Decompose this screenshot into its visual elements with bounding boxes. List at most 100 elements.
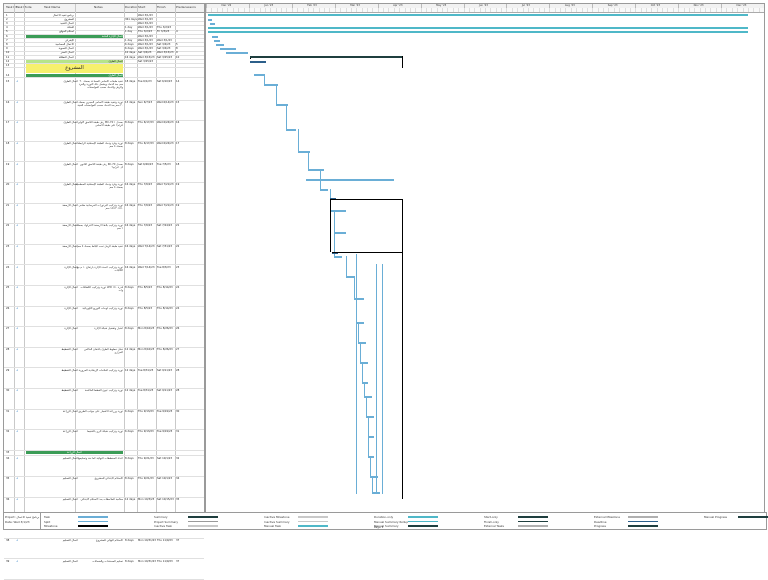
task-start[interactable]: Sat 3/25/23 xyxy=(138,60,156,63)
task-start[interactable]: Thu 8/5/23 xyxy=(138,307,156,310)
task-finish[interactable]: Thu 11/9/23 xyxy=(157,539,175,542)
task-name[interactable]: أعمال الإدارة العامة xyxy=(26,34,123,38)
task-name[interactable]: اعمال الإنارة xyxy=(26,286,78,289)
task-predecessors[interactable]: 34 xyxy=(176,477,202,480)
task-duration[interactable]: 6 days xyxy=(125,410,137,413)
task-start[interactable]: Thu 6/17/23 xyxy=(138,142,156,145)
task-predecessors[interactable]: 28 xyxy=(176,389,202,392)
dependency-line[interactable] xyxy=(346,256,347,276)
table-row[interactable]: 38 ⇥ اعمال التسليم الاستلام النهائي للمشروع… xyxy=(4,538,204,560)
dependency-line[interactable] xyxy=(330,199,402,200)
dependency-line[interactable] xyxy=(402,199,403,499)
task-predecessors[interactable]: 27 xyxy=(176,348,202,351)
task-bar[interactable] xyxy=(308,169,324,171)
col-header-notes[interactable]: Notes xyxy=(94,5,103,9)
task-finish[interactable]: Tue 9/19/23 xyxy=(157,430,175,433)
task-finish[interactable]: Sat 9/11/23 xyxy=(157,389,175,392)
task-bar[interactable] xyxy=(306,179,394,181)
task-duration[interactable]: 8 days xyxy=(125,163,137,166)
task-name[interactable]: اعمال التسليم xyxy=(26,477,78,480)
dependency-line[interactable] xyxy=(332,252,402,253)
task-name[interactable]: اعمال الأرصفة xyxy=(26,224,78,227)
dependency-line[interactable] xyxy=(382,264,383,494)
col-header-finish[interactable]: Finish xyxy=(157,5,166,9)
task-duration[interactable]: 6 days xyxy=(125,47,137,50)
dependency-line[interactable] xyxy=(362,362,363,382)
table-row[interactable]: 30 ⇥ اعمال التخطيط توريد وتركيب عيون القطط … xyxy=(4,389,204,410)
dependency-line[interactable] xyxy=(358,322,359,342)
task-name[interactable]: اعمال الطرق xyxy=(26,80,78,83)
task-start[interactable]: Tue 8/31/23 xyxy=(138,389,156,392)
task-bar[interactable] xyxy=(220,48,236,50)
task-duration[interactable]: 12 days xyxy=(125,498,137,501)
task-bar[interactable] xyxy=(208,19,212,21)
task-start[interactable]: Wed 3/1/23 xyxy=(138,43,156,46)
task-finish[interactable]: Sat 3/4/23 xyxy=(157,43,175,46)
task-name[interactable]: اعمال التسليم xyxy=(26,560,78,563)
task-duration[interactable]: 16 days xyxy=(125,266,137,269)
task-duration[interactable]: 13 days xyxy=(125,101,137,104)
task-predecessors[interactable]: 22 xyxy=(176,245,202,248)
task-name[interactable]: اعمال الطرق xyxy=(26,59,123,63)
table-row[interactable]: 20 ⇥ اعمال الطرق توريد وفرد ودمك الطبقة الإ… xyxy=(4,183,204,204)
task-name[interactable]: اعمال الإنارة xyxy=(26,266,78,269)
task-duration[interactable]: 8 days xyxy=(125,327,137,330)
task-start[interactable]: Sun 6/7/23 xyxy=(138,101,156,104)
task-finish[interactable]: Sat 10/1/23 xyxy=(157,457,175,460)
task-name[interactable]: الاعمال المساحية xyxy=(26,43,74,46)
task-name[interactable]: اعمال الزراعة xyxy=(26,430,78,433)
task-finish[interactable]: Tue 8/3/23 xyxy=(157,266,175,269)
task-bar[interactable] xyxy=(226,52,248,54)
task-name[interactable]: اعمال الزراعة xyxy=(26,410,78,413)
dependency-line[interactable] xyxy=(368,416,369,436)
dependency-line[interactable] xyxy=(366,396,367,416)
task-duration[interactable]: 8 days xyxy=(125,560,137,563)
task-predecessors[interactable]: 21 xyxy=(176,224,202,227)
task-start[interactable]: Wed 3/15/23 xyxy=(138,56,156,59)
task-start[interactable]: Mon 10/3/23 xyxy=(138,498,156,501)
task-start[interactable]: Sat 3/4/23 xyxy=(138,51,156,54)
task-predecessors[interactable]: 17 xyxy=(176,142,202,145)
task-duration[interactable]: 6 days xyxy=(125,43,137,46)
task-duration[interactable]: 1 day xyxy=(125,39,137,42)
dependency-line[interactable] xyxy=(372,476,373,492)
dependency-line[interactable] xyxy=(250,58,251,59)
dependency-line[interactable] xyxy=(330,199,331,252)
task-predecessors[interactable]: 37 xyxy=(176,539,202,542)
task-start[interactable]: Wed 7/14/23 xyxy=(138,266,156,269)
task-name[interactable]: اعمال التسليم xyxy=(26,498,78,501)
task-bar[interactable] xyxy=(330,210,346,212)
task-bar[interactable] xyxy=(216,44,224,46)
dependency-line[interactable] xyxy=(360,342,361,362)
task-predecessors[interactable]: 8 xyxy=(176,47,202,50)
task-start[interactable]: Thu 8/5/23 xyxy=(138,286,156,289)
task-finish[interactable]: Wed 6/14/23 xyxy=(157,101,175,104)
task-start[interactable]: Wed 3/1/23 xyxy=(138,18,156,21)
task-finish[interactable]: Thu 8/14/23 xyxy=(157,307,175,310)
task-name[interactable]: اعمال الطرق xyxy=(26,121,78,124)
task-name[interactable]: اعمال التسليم xyxy=(26,457,78,460)
task-predecessors[interactable]: 16 xyxy=(176,121,202,124)
task-start[interactable]: Thu 7/6/23 xyxy=(138,204,156,207)
table-row[interactable]: 23 ⇥ اعمال الأرصفة تنفيذ طبقة الرمل تحت الب… xyxy=(4,244,204,266)
task-start[interactable]: Thu 9/21/23 xyxy=(138,477,156,480)
summary-bar[interactable] xyxy=(250,56,402,58)
task-predecessors[interactable]: 31 xyxy=(176,430,202,433)
task-bar[interactable] xyxy=(212,36,218,38)
task-finish[interactable]: Thu 8/14/23 xyxy=(157,286,175,289)
dependency-line[interactable] xyxy=(308,151,309,169)
task-bar[interactable] xyxy=(334,256,342,258)
table-row[interactable]: 31 ⇥ اعمال الزراعة توريد وزراعة الأشجار على… xyxy=(4,409,204,431)
dependency-line[interactable] xyxy=(402,56,403,68)
task-start[interactable]: Thu 6/17/23 xyxy=(138,121,156,124)
task-name[interactable]: المشروع xyxy=(26,63,123,73)
table-row[interactable]: 24 ⇥ اعمال الإنارة توريد وتركيب أعمدة الإنا… xyxy=(4,265,204,286)
task-name[interactable]: اعمال التنفيذ xyxy=(26,22,74,25)
task-finish[interactable]: Thu 8/26/23 xyxy=(157,327,175,330)
col-header-name[interactable]: Task Name xyxy=(44,5,60,9)
dependency-line[interactable] xyxy=(376,264,377,494)
table-row[interactable]: 26 ⇥ اعمال الإنارة توريد وتركيب لوحات التوز… xyxy=(4,306,204,328)
task-finish[interactable]: Fri 3/3/23 xyxy=(157,30,175,33)
task-predecessors[interactable]: 24 xyxy=(176,307,202,310)
table-row[interactable]: 35 ⇥ اعمال التسليم الاستلام الابتدائي للمشر… xyxy=(4,477,204,498)
